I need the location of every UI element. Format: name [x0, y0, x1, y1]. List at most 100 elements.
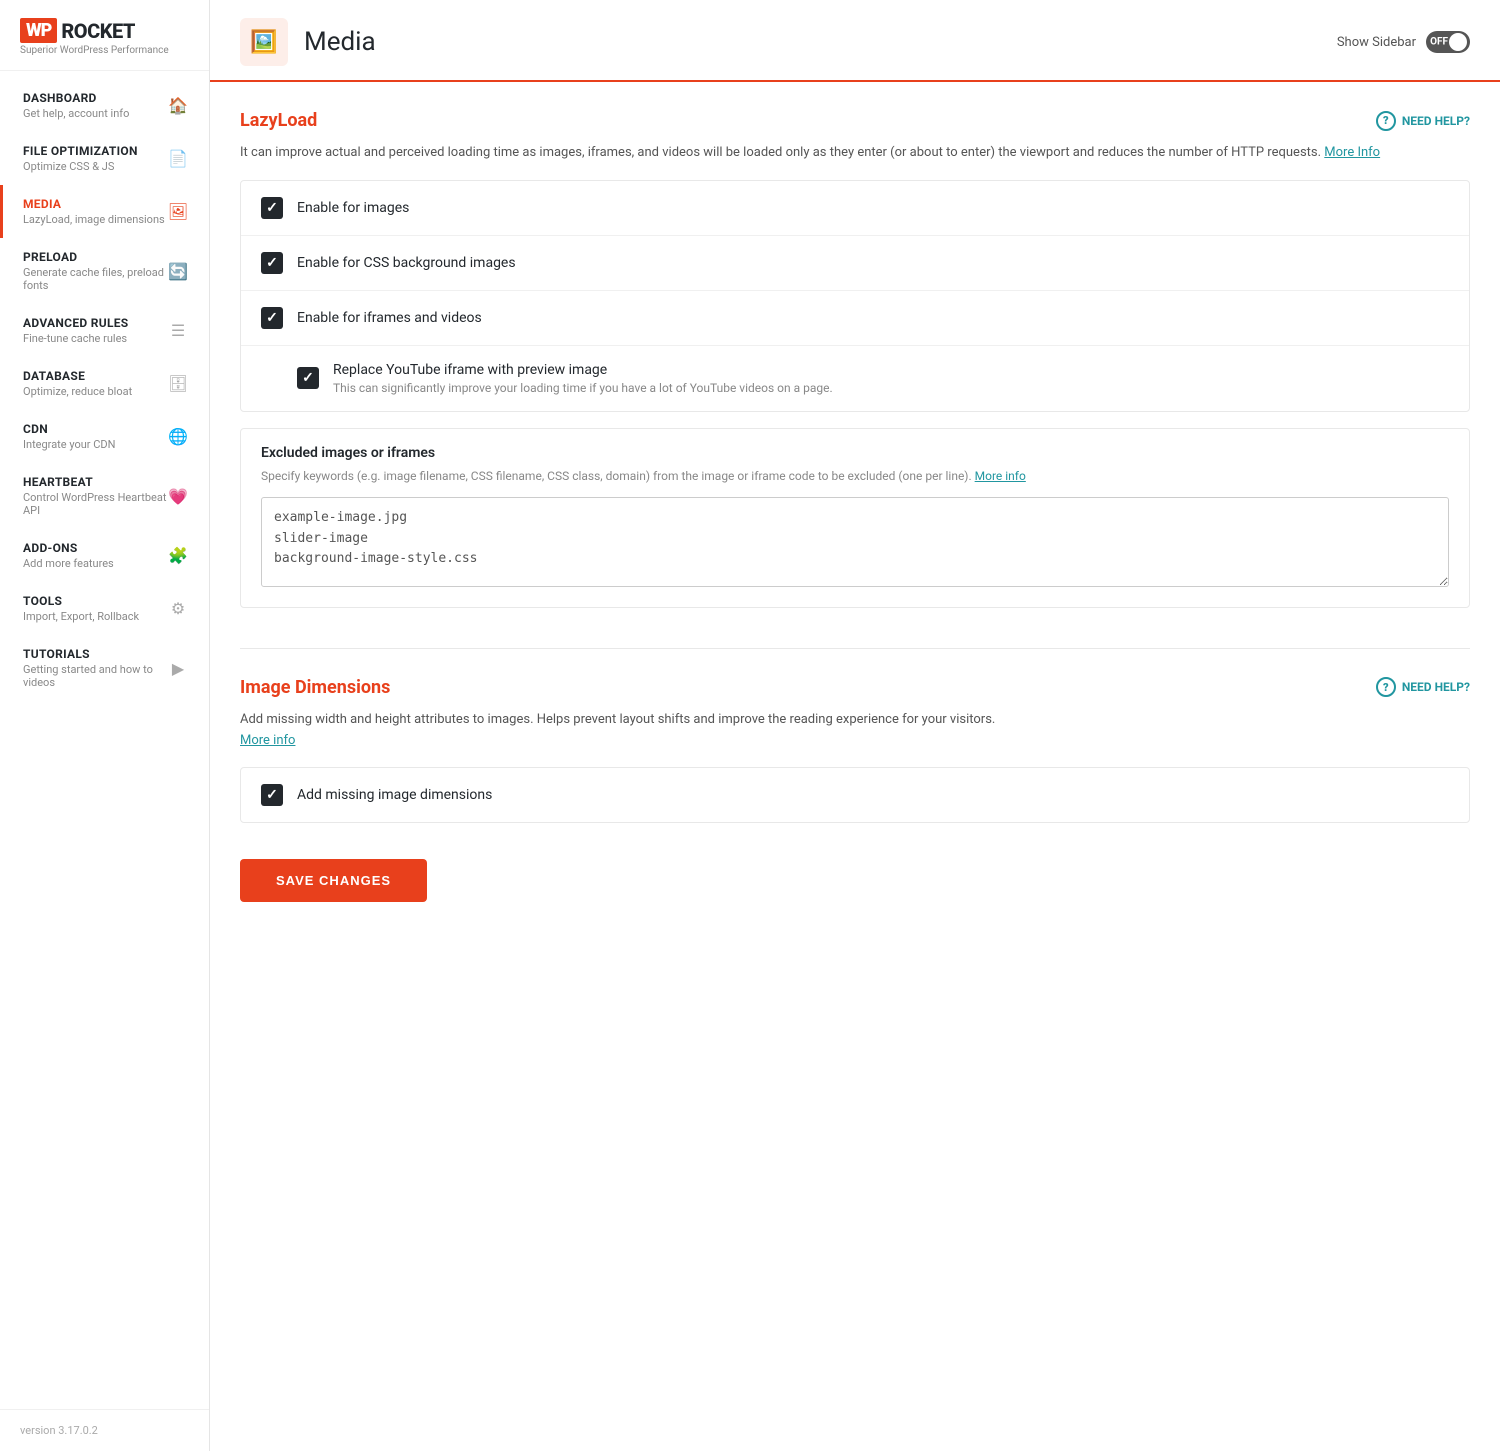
image-dimensions-desc: Add missing width and height attributes …: [240, 710, 1470, 752]
logo-rocket: ROCKET: [61, 19, 135, 43]
sidebar-item-media[interactable]: MEDIA LazyLoad, image dimensions 🖼: [0, 185, 209, 238]
nav-item-text-tools: TOOLS Import, Export, Rollback: [23, 594, 167, 623]
nav-item-title-file-optimization: FILE OPTIMIZATION: [23, 144, 167, 158]
checkbox-replace-youtube[interactable]: [297, 367, 319, 389]
sidebar-item-preload[interactable]: PRELOAD Generate cache files, preload fo…: [0, 238, 209, 304]
excluded-section: Excluded images or iframes Specify keywo…: [240, 428, 1470, 608]
help-icon: ?: [1376, 111, 1396, 131]
nav-item-title-add-ons: ADD-ONS: [23, 541, 167, 555]
checkbox-enable-iframes[interactable]: [261, 307, 283, 329]
excluded-desc: Specify keywords (e.g. image filename, C…: [261, 467, 1449, 485]
nav-item-sub-preload: Generate cache files, preload fonts: [23, 266, 167, 292]
nav-icon-dashboard: 🏠: [167, 95, 189, 117]
label-add-missing-dims: Add missing image dimensions: [297, 787, 492, 803]
header-left: 🖼️ Media: [240, 18, 376, 66]
version-label: version 3.17.0.2: [0, 1409, 209, 1451]
label-enable-css-bg: Enable for CSS background images: [297, 255, 516, 271]
option-row-images: Enable for images: [241, 181, 1469, 236]
sidebar-item-cdn[interactable]: CDN Integrate your CDN 🌐: [0, 410, 209, 463]
lazyload-desc: It can improve actual and perceived load…: [240, 143, 1470, 164]
image-dimensions-option-list: Add missing image dimensions: [240, 767, 1470, 823]
nav-icon-tutorials: ▶: [167, 657, 189, 679]
image-dimensions-need-help[interactable]: ? NEED HELP?: [1376, 677, 1470, 697]
label-enable-images: Enable for images: [297, 200, 409, 216]
checkbox-enable-images[interactable]: [261, 197, 283, 219]
checkbox-enable-css-bg[interactable]: [261, 252, 283, 274]
nav-icon-media: 🖼: [167, 201, 189, 223]
page-title: Media: [304, 27, 376, 57]
need-help-label: NEED HELP?: [1402, 114, 1470, 128]
nav-item-text-add-ons: ADD-ONS Add more features: [23, 541, 167, 570]
sidebar-item-add-ons[interactable]: ADD-ONS Add more features 🧩: [0, 529, 209, 582]
label-replace-youtube: Replace YouTube iframe with preview imag…: [333, 362, 833, 378]
logo-tagline: Superior WordPress Performance: [20, 45, 189, 56]
logo-area: WP ROCKET Superior WordPress Performance: [0, 0, 209, 71]
nav-icon-advanced-rules: ☰: [167, 320, 189, 342]
nav-item-sub-advanced-rules: Fine-tune cache rules: [23, 332, 167, 345]
nav-item-text-heartbeat: HEARTBEAT Control WordPress Heartbeat AP…: [23, 475, 167, 517]
nav-item-sub-file-optimization: Optimize CSS & JS: [23, 160, 167, 173]
lazyload-header: LazyLoad ? NEED HELP?: [240, 110, 1470, 131]
image-dimensions-header: Image Dimensions ? NEED HELP?: [240, 677, 1470, 698]
nav-item-text-file-optimization: FILE OPTIMIZATION Optimize CSS & JS: [23, 144, 167, 173]
sidebar-item-heartbeat[interactable]: HEARTBEAT Control WordPress Heartbeat AP…: [0, 463, 209, 529]
label-enable-iframes: Enable for iframes and videos: [297, 310, 482, 326]
toggle-knob: [1449, 33, 1467, 51]
save-changes-button[interactable]: SAVE CHANGES: [240, 859, 427, 902]
nav-item-text-database: DATABASE Optimize, reduce bloat: [23, 369, 167, 398]
option-row-iframes: Enable for iframes and videos: [241, 291, 1469, 346]
img-help-icon: ?: [1376, 677, 1396, 697]
nav-item-sub-add-ons: Add more features: [23, 557, 167, 570]
nav-item-text-media: MEDIA LazyLoad, image dimensions: [23, 197, 167, 226]
sidebar-item-database[interactable]: DATABASE Optimize, reduce bloat 🗄: [0, 357, 209, 410]
nav-icon-file-optimization: 📄: [167, 148, 189, 170]
sidebar-toggle-area: Show Sidebar OFF: [1337, 31, 1470, 53]
nav-item-text-tutorials: TUTORIALS Getting started and how to vid…: [23, 647, 167, 689]
nav-item-sub-database: Optimize, reduce bloat: [23, 385, 167, 398]
nav-item-title-preload: PRELOAD: [23, 250, 167, 264]
img-need-help-label: NEED HELP?: [1402, 680, 1470, 694]
section-divider: [240, 648, 1470, 649]
nav-item-text-advanced-rules: ADVANCED RULES Fine-tune cache rules: [23, 316, 167, 345]
sidebar-item-file-optimization[interactable]: FILE OPTIMIZATION Optimize CSS & JS 📄: [0, 132, 209, 185]
show-sidebar-label: Show Sidebar: [1337, 35, 1416, 50]
nav-item-title-media: MEDIA: [23, 197, 167, 211]
image-dimensions-section: Image Dimensions ? NEED HELP? Add missin…: [240, 677, 1470, 903]
nav-item-title-advanced-rules: ADVANCED RULES: [23, 316, 167, 330]
nav-item-text-preload: PRELOAD Generate cache files, preload fo…: [23, 250, 167, 292]
excluded-textarea[interactable]: example-image.jpg slider-image backgroun…: [261, 497, 1449, 587]
nav-item-text-cdn: CDN Integrate your CDN: [23, 422, 167, 451]
nav-icon-preload: 🔄: [167, 260, 189, 282]
main-content: 🖼️ Media Show Sidebar OFF LazyLoad ? NEE…: [210, 0, 1500, 1451]
sidebar-item-tools[interactable]: TOOLS Import, Export, Rollback ⚙: [0, 582, 209, 635]
lazyload-need-help[interactable]: ? NEED HELP?: [1376, 111, 1470, 131]
nav-icon-add-ons: 🧩: [167, 545, 189, 567]
nav-item-sub-tools: Import, Export, Rollback: [23, 610, 167, 623]
sidebar-item-tutorials[interactable]: TUTORIALS Getting started and how to vid…: [0, 635, 209, 701]
option-row-css-bg: Enable for CSS background images: [241, 236, 1469, 291]
checkbox-add-missing-dims[interactable]: [261, 784, 283, 806]
page-icon: 🖼️: [240, 18, 288, 66]
excluded-label: Excluded images or iframes: [261, 445, 1449, 461]
lazyload-more-info-link[interactable]: More Info: [1324, 145, 1380, 160]
lazyload-title: LazyLoad: [240, 110, 317, 131]
nav-item-title-heartbeat: HEARTBEAT: [23, 475, 167, 489]
nav-item-text-dashboard: DASHBOARD Get help, account info: [23, 91, 167, 120]
option-row-youtube: Replace YouTube iframe with preview imag…: [241, 346, 1469, 411]
nav-item-sub-cdn: Integrate your CDN: [23, 438, 167, 451]
excluded-more-info-link[interactable]: More info: [975, 469, 1026, 483]
toggle-off-label: OFF: [1430, 37, 1448, 48]
sidebar-toggle-switch[interactable]: OFF: [1426, 31, 1470, 53]
sidebar: WP ROCKET Superior WordPress Performance…: [0, 0, 210, 1451]
option-row-add-dims: Add missing image dimensions: [241, 768, 1469, 822]
sidebar-item-dashboard[interactable]: DASHBOARD Get help, account info 🏠: [0, 79, 209, 132]
nav-icon-tools: ⚙: [167, 598, 189, 620]
nav-item-title-tutorials: TUTORIALS: [23, 647, 167, 661]
content-area: LazyLoad ? NEED HELP? It can improve act…: [210, 82, 1500, 970]
nav-icon-cdn: 🌐: [167, 426, 189, 448]
sidebar-item-advanced-rules[interactable]: ADVANCED RULES Fine-tune cache rules ☰: [0, 304, 209, 357]
youtube-option-text: Replace YouTube iframe with preview imag…: [333, 362, 833, 395]
image-dimensions-more-info-link[interactable]: More info: [240, 733, 295, 748]
sidebar-nav: DASHBOARD Get help, account info 🏠 FILE …: [0, 71, 209, 1409]
nav-item-sub-dashboard: Get help, account info: [23, 107, 167, 120]
